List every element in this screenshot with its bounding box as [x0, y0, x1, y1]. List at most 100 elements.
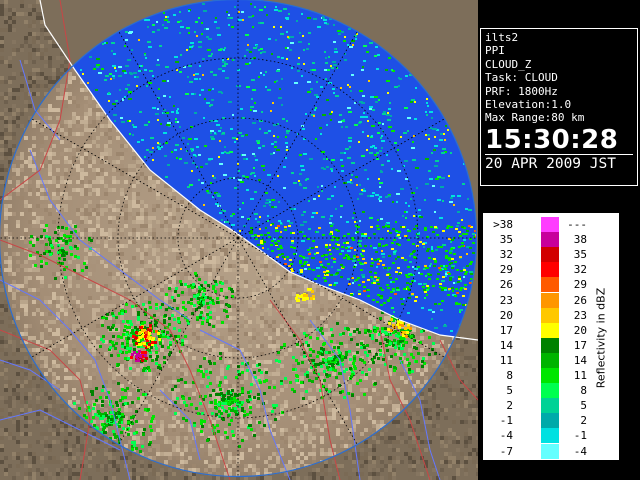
land-cell — [28, 72, 32, 76]
echo-cell — [95, 89, 98, 91]
echo-cell — [424, 265, 427, 267]
land-cell — [128, 208, 132, 212]
land-cell — [72, 396, 76, 400]
land-cell — [324, 452, 328, 456]
land-cell — [92, 448, 96, 452]
land-cell — [176, 456, 180, 460]
echo-cell — [382, 113, 386, 115]
land-cell — [20, 348, 24, 352]
land-cell — [12, 144, 16, 148]
land-cell — [64, 300, 68, 304]
echo-cell — [226, 152, 230, 154]
land-cell — [84, 424, 88, 428]
echo-cell — [335, 95, 339, 97]
land-cell — [144, 264, 148, 268]
land-cell — [320, 428, 324, 432]
land-cell — [132, 468, 136, 472]
land-cell — [364, 388, 368, 392]
land-cell — [184, 388, 188, 392]
echo-cell — [472, 252, 475, 254]
echo-cell — [313, 198, 316, 200]
land-cell — [100, 232, 104, 236]
echo-cell — [113, 53, 116, 55]
echo-cell — [422, 286, 425, 288]
echo-cell — [253, 167, 255, 169]
echo-cell — [257, 221, 260, 223]
land-cell — [0, 56, 4, 60]
land-cell — [288, 456, 292, 460]
land-cell — [220, 248, 224, 252]
echo-cell — [234, 187, 237, 189]
echo-cell — [245, 176, 249, 178]
echo-cell — [389, 297, 392, 299]
land-cell — [100, 304, 104, 308]
land-cell — [80, 172, 84, 176]
echo-cell — [325, 57, 327, 59]
land-cell — [56, 168, 60, 172]
land-cell — [268, 372, 272, 376]
echo-cell — [267, 248, 269, 250]
echo-cell — [426, 285, 429, 287]
echo-cell — [340, 276, 343, 278]
land-cell — [16, 220, 20, 224]
land-cell — [32, 68, 36, 72]
land-cell — [408, 408, 412, 412]
echo-cell — [187, 76, 189, 78]
echo-cell — [286, 120, 288, 122]
land-cell — [28, 52, 32, 56]
land-cell — [360, 312, 364, 316]
land-cell — [112, 168, 116, 172]
land-cell — [4, 92, 8, 96]
land-cell — [212, 356, 216, 360]
land-cell — [72, 320, 76, 324]
land-cell — [36, 184, 40, 188]
echo-cell — [225, 77, 229, 79]
land-cell — [24, 136, 28, 140]
echo-cell — [449, 252, 452, 254]
land-cell — [80, 444, 84, 448]
land-cell — [388, 396, 392, 400]
echo-cell — [300, 271, 303, 273]
land-cell — [228, 380, 232, 384]
land-cell — [12, 292, 16, 296]
land-cell — [152, 388, 156, 392]
land-cell — [396, 460, 400, 464]
land-cell — [164, 440, 168, 444]
land-cell — [32, 388, 36, 392]
echo-cell — [167, 21, 170, 23]
land-cell — [24, 404, 28, 408]
land-cell — [96, 144, 100, 148]
echo-cell — [381, 164, 384, 166]
land-cell — [164, 276, 168, 280]
echo-cell — [210, 182, 212, 184]
echo-cell — [446, 227, 449, 229]
land-cell — [80, 204, 84, 208]
land-cell — [200, 224, 204, 228]
land-cell — [24, 188, 28, 192]
echo-cell — [278, 220, 281, 222]
land-cell — [176, 364, 180, 368]
land-cell — [340, 304, 344, 308]
echo-cell — [275, 243, 278, 245]
land-cell — [48, 368, 52, 372]
echo-cell — [306, 48, 309, 50]
land-cell — [8, 436, 12, 440]
land-cell — [28, 408, 32, 412]
echo-cell — [113, 114, 117, 116]
echo-cell — [263, 74, 265, 76]
land-cell — [48, 108, 52, 112]
echo-cell — [387, 119, 391, 121]
echo-cell — [320, 264, 323, 266]
land-cell — [40, 240, 44, 244]
echo-cell — [440, 246, 443, 248]
land-cell — [420, 336, 424, 340]
land-cell — [48, 284, 52, 288]
land-cell — [112, 284, 116, 288]
land-cell — [464, 356, 468, 360]
land-cell — [192, 392, 196, 396]
land-cell — [396, 420, 400, 424]
echo-cell — [258, 147, 261, 149]
land-cell — [416, 460, 420, 464]
land-cell — [276, 332, 280, 336]
radar-ppi-display[interactable] — [0, 0, 478, 480]
